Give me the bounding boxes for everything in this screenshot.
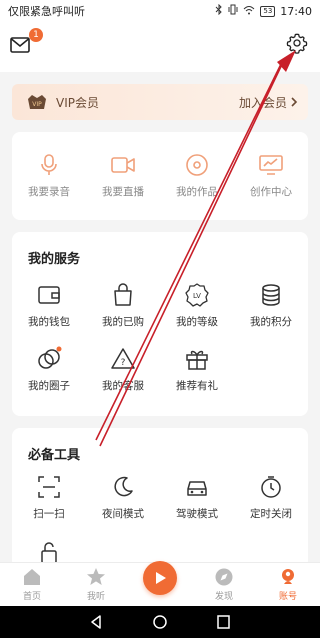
shopping-bag-icon — [114, 283, 132, 306]
vip-crown-icon: VIP — [28, 95, 46, 109]
disc-icon — [186, 154, 208, 176]
status-icons: 53 17:40 — [215, 3, 312, 18]
microphone-icon — [41, 154, 57, 175]
customer-service-button[interactable]: ? 我的客服 — [86, 346, 160, 393]
creator-center-label: 创作中心 — [250, 186, 292, 198]
my-works-button[interactable]: 我的作品 — [160, 152, 234, 199]
timer-icon — [261, 476, 281, 498]
battery-icon: 53 — [260, 5, 276, 17]
play-icon — [156, 572, 166, 584]
points-button[interactable]: 我的积分 — [234, 282, 308, 329]
wallet-button[interactable]: 我的钱包 — [12, 282, 86, 329]
scan-icon — [38, 476, 60, 498]
home-icon — [24, 569, 40, 585]
message-button[interactable]: 1 — [10, 28, 43, 56]
referral-gift-label: 推荐有礼 — [176, 380, 218, 392]
star-icon — [87, 568, 105, 585]
night-mode-label: 夜间模式 — [102, 508, 144, 520]
record-audio-label: 我要录音 — [28, 186, 70, 198]
tab-listen[interactable]: 我听 — [64, 567, 128, 602]
top-bar: 1 — [0, 22, 320, 72]
chevron-right-icon — [291, 97, 298, 107]
tab-discover[interactable]: 发现 — [192, 567, 256, 602]
scan-button[interactable]: 扫一扫 — [12, 474, 86, 521]
tab-listen-label: 我听 — [86, 592, 105, 602]
points-label: 我的积分 — [250, 316, 292, 328]
recents-icon[interactable] — [217, 615, 230, 629]
back-icon[interactable] — [91, 615, 101, 629]
mail-icon — [10, 37, 30, 53]
gift-icon — [186, 350, 208, 370]
live-stream-label: 我要直播 — [102, 186, 144, 198]
level-label: 我的等级 — [176, 316, 218, 328]
settings-button[interactable] — [286, 32, 308, 54]
join-vip-label: 加入会员 — [238, 95, 287, 110]
wallet-icon — [38, 286, 60, 304]
wifi-icon — [243, 5, 255, 18]
services-card: 我的服务 我的钱包 我的已购 LV 我的等级 我的积分 我的圈子 ? 我的客服 … — [12, 232, 308, 416]
compass-icon — [215, 568, 233, 586]
warning-icon: ? — [111, 348, 135, 369]
home-nav-icon[interactable] — [153, 615, 167, 629]
circles-button[interactable]: 我的圈子 — [12, 346, 86, 393]
sleep-timer-button[interactable]: 定时关闭 — [234, 474, 308, 521]
tools-card: 必备工具 扫一扫 夜间模式 驾驶模式 定时关闭 — [12, 428, 308, 568]
purchased-label: 我的已购 — [102, 316, 144, 328]
tab-home-label: 首页 — [22, 592, 41, 602]
scan-label: 扫一扫 — [33, 508, 65, 520]
tools-title: 必备工具 — [28, 448, 81, 463]
referral-gift-button[interactable]: 推荐有礼 — [160, 346, 234, 393]
coins-icon — [262, 284, 280, 306]
purchased-button[interactable]: 我的已购 — [86, 282, 160, 329]
monitor-chart-icon — [259, 155, 283, 175]
tab-home[interactable]: 首页 — [0, 567, 64, 602]
quick-actions-card: 我要录音 我要直播 我的作品 创作中心 — [12, 132, 308, 220]
tab-discover-label: 发现 — [214, 592, 233, 602]
night-mode-button[interactable]: 夜间模式 — [86, 474, 160, 521]
sleep-timer-label: 定时关闭 — [250, 508, 292, 520]
customer-service-label: 我的客服 — [102, 380, 144, 392]
vip-banner[interactable]: VIP VIP会员 加入会员 — [12, 84, 308, 120]
status-bar: 仅限紧急呼叫听 53 17:40 — [0, 0, 320, 22]
mail-unread-badge: 1 — [29, 28, 43, 42]
my-works-label: 我的作品 — [176, 186, 218, 198]
driving-mode-button[interactable]: 驾驶模式 — [160, 474, 234, 521]
bottom-tab-bar: 首页 我听 发现 账号 — [0, 561, 320, 606]
wallet-label: 我的钱包 — [28, 316, 70, 328]
circles-icon — [38, 346, 62, 369]
driving-mode-label: 驾驶模式 — [176, 508, 218, 520]
vip-label: VIP会员 — [56, 95, 99, 110]
system-nav-bar — [0, 606, 320, 638]
bluetooth-icon — [215, 3, 223, 18]
join-vip-link[interactable]: 加入会员 — [239, 94, 298, 111]
live-stream-button[interactable]: 我要直播 — [86, 152, 160, 199]
creator-center-button[interactable]: 创作中心 — [234, 152, 308, 199]
svg-text:?: ? — [121, 358, 126, 368]
carrier-text: 仅限紧急呼叫听 — [8, 5, 85, 18]
tab-account[interactable]: 账号 — [256, 567, 320, 602]
account-icon — [282, 569, 294, 584]
circles-label: 我的圈子 — [28, 380, 70, 392]
gear-icon — [286, 33, 308, 54]
car-icon — [187, 481, 207, 496]
svg-text:LV: LV — [193, 292, 201, 300]
moon-icon — [114, 476, 133, 497]
status-time: 17:40 — [280, 4, 312, 18]
tab-account-label: 账号 — [278, 592, 297, 602]
record-audio-button[interactable]: 我要录音 — [12, 152, 86, 199]
play-button[interactable] — [143, 561, 177, 595]
vibrate-icon — [228, 4, 238, 18]
svg-text:VIP: VIP — [32, 101, 42, 108]
video-camera-icon — [111, 157, 135, 173]
level-badge-icon: LV — [185, 283, 209, 307]
services-title: 我的服务 — [28, 252, 81, 267]
level-button[interactable]: LV 我的等级 — [160, 282, 234, 329]
